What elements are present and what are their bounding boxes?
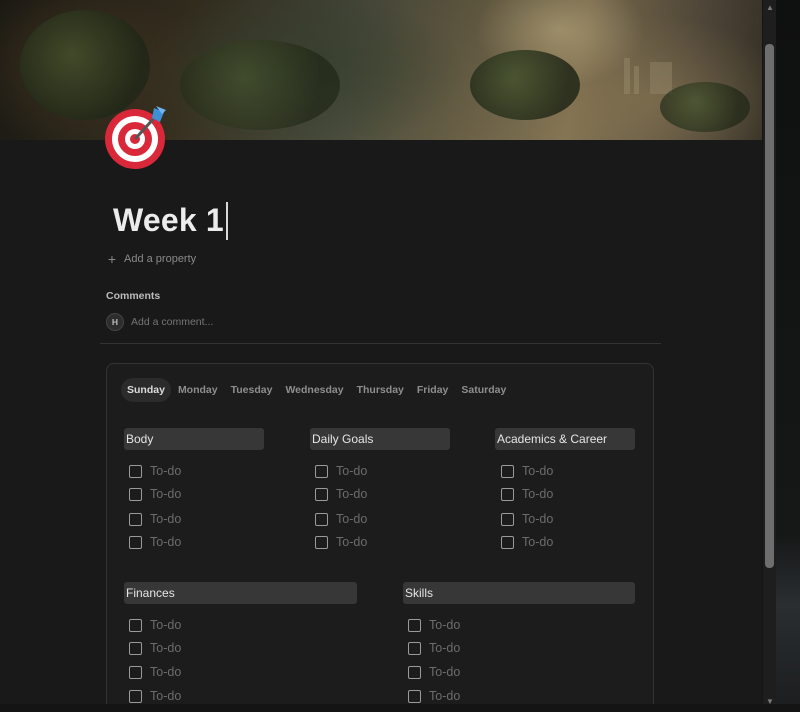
todo-item[interactable]: To-do bbox=[129, 533, 181, 551]
todo-item[interactable]: To-do bbox=[315, 485, 367, 503]
comment-row: H bbox=[106, 313, 331, 331]
section-heading-daily-goals[interactable]: Daily Goals bbox=[310, 428, 450, 450]
checkbox[interactable] bbox=[129, 618, 142, 632]
page-title[interactable]: Week 1 bbox=[113, 198, 228, 242]
add-property-label: Add a property bbox=[124, 253, 197, 265]
checkbox[interactable] bbox=[129, 641, 142, 655]
checkbox[interactable] bbox=[501, 487, 514, 501]
background-window-edge bbox=[776, 0, 800, 712]
checkbox[interactable] bbox=[408, 665, 421, 679]
checkbox[interactable] bbox=[129, 535, 142, 549]
add-property-button[interactable]: + Add a property bbox=[106, 250, 196, 268]
todo-item[interactable]: To-do bbox=[315, 533, 367, 551]
todo-item[interactable]: To-do bbox=[408, 663, 460, 681]
comments-heading: Comments bbox=[106, 290, 161, 302]
section-heading-body[interactable]: Body bbox=[124, 428, 264, 450]
scroll-up-arrow-icon[interactable]: ▲ bbox=[766, 4, 774, 12]
todo-item[interactable]: To-do bbox=[129, 616, 181, 634]
section-heading-skills[interactable]: Skills bbox=[403, 582, 635, 604]
target-dart-icon[interactable] bbox=[104, 104, 170, 170]
checkbox[interactable] bbox=[129, 689, 142, 703]
todo-item[interactable]: To-do bbox=[501, 485, 553, 503]
tab-thursday[interactable]: Thursday bbox=[351, 378, 410, 402]
comment-input[interactable] bbox=[131, 316, 331, 328]
checkbox[interactable] bbox=[315, 487, 328, 501]
checkbox[interactable] bbox=[129, 487, 142, 501]
section-heading-academics-career[interactable]: Academics & Career bbox=[495, 428, 635, 450]
divider bbox=[100, 343, 661, 344]
todo-item[interactable]: To-do bbox=[129, 510, 181, 528]
checkbox[interactable] bbox=[408, 689, 421, 703]
vertical-scrollbar[interactable]: ▲ ▼ bbox=[762, 0, 776, 712]
checkbox[interactable] bbox=[501, 512, 514, 526]
tab-wednesday[interactable]: Wednesday bbox=[279, 378, 349, 402]
plus-icon: + bbox=[107, 251, 117, 267]
todo-item[interactable]: To-do bbox=[129, 639, 181, 657]
tab-monday[interactable]: Monday bbox=[172, 378, 224, 402]
checkbox[interactable] bbox=[129, 512, 142, 526]
todo-item[interactable]: To-do bbox=[129, 485, 181, 503]
checkbox[interactable] bbox=[501, 535, 514, 549]
bottom-edge bbox=[0, 704, 800, 712]
page-content: Week 1 + Add a property Comments H Sunda… bbox=[0, 0, 762, 712]
todo-item[interactable]: To-do bbox=[129, 687, 181, 705]
todo-item[interactable]: To-do bbox=[408, 616, 460, 634]
checkbox[interactable] bbox=[408, 641, 421, 655]
app-window: Week 1 + Add a property Comments H Sunda… bbox=[0, 0, 800, 712]
tab-sunday[interactable]: Sunday bbox=[121, 378, 171, 402]
text-cursor bbox=[225, 201, 228, 240]
todo-item[interactable]: To-do bbox=[129, 663, 181, 681]
tab-tuesday[interactable]: Tuesday bbox=[225, 378, 279, 402]
tab-saturday[interactable]: Saturday bbox=[455, 378, 512, 402]
checkbox[interactable] bbox=[315, 535, 328, 549]
weekday-tabs-panel: Sunday Monday Tuesday Wednesday Thursday… bbox=[106, 363, 654, 712]
todo-item[interactable]: To-do bbox=[501, 510, 553, 528]
todo-item[interactable]: To-do bbox=[501, 462, 553, 480]
avatar: H bbox=[106, 313, 124, 331]
tab-friday[interactable]: Friday bbox=[411, 378, 455, 402]
todo-item[interactable]: To-do bbox=[501, 533, 553, 551]
todo-item[interactable]: To-do bbox=[315, 510, 367, 528]
scrollbar-thumb[interactable] bbox=[765, 44, 774, 568]
section-heading-finances[interactable]: Finances bbox=[124, 582, 357, 604]
checkbox[interactable] bbox=[129, 665, 142, 679]
todo-item[interactable]: To-do bbox=[315, 462, 367, 480]
checkbox[interactable] bbox=[129, 464, 142, 478]
weekday-tabs: Sunday Monday Tuesday Wednesday Thursday… bbox=[121, 378, 513, 402]
checkbox[interactable] bbox=[315, 512, 328, 526]
checkbox[interactable] bbox=[315, 464, 328, 478]
todo-item[interactable]: To-do bbox=[129, 462, 181, 480]
checkbox[interactable] bbox=[501, 464, 514, 478]
checkbox[interactable] bbox=[408, 618, 421, 632]
todo-item[interactable]: To-do bbox=[408, 639, 460, 657]
todo-item[interactable]: To-do bbox=[408, 687, 460, 705]
